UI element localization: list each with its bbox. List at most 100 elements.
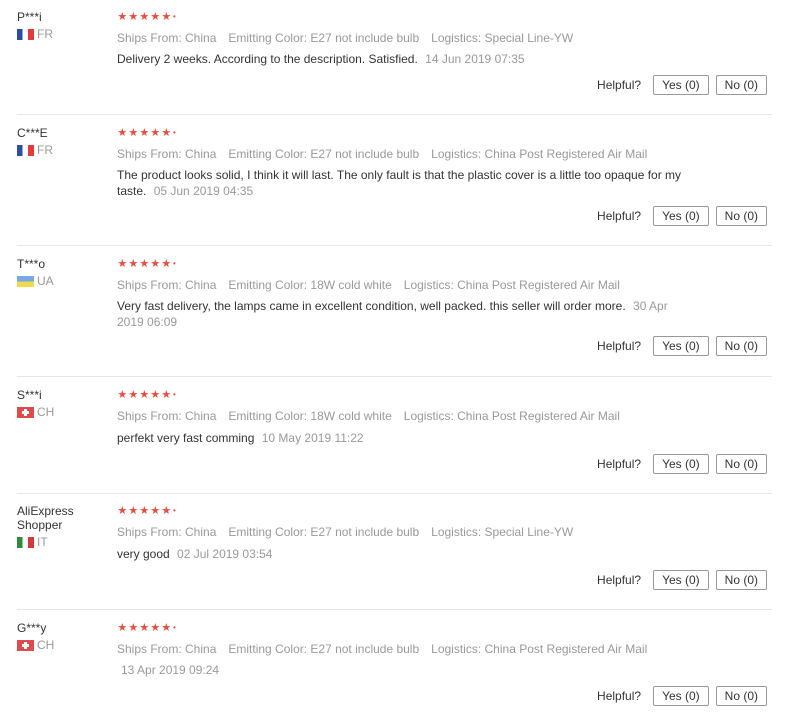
star-rating: ★★★★★•	[117, 126, 697, 140]
rating-dot: •	[173, 390, 177, 399]
star-icon: ★	[150, 258, 161, 270]
review-item: C***E FR ★★★★★• Ships From: China Emittin…	[0, 115, 800, 246]
star-icon: ★	[150, 389, 161, 401]
star-icon: ★	[161, 127, 172, 139]
helpful-yes-button[interactable]: Yes (0)	[653, 75, 709, 95]
helpful-yes-button[interactable]: Yes (0)	[653, 206, 709, 226]
star-icon: ★	[139, 622, 150, 634]
reviewer-name: AliExpress Shopper	[17, 504, 74, 532]
helpful-no-button[interactable]: No (0)	[715, 686, 767, 706]
review-meta: Ships From: China Emitting Color: E27 not…	[117, 147, 697, 161]
review-meta: Ships From: China Emitting Color: 18W col…	[117, 409, 697, 423]
ships-from: Ships From: China	[117, 642, 217, 656]
star-icon: ★	[139, 505, 150, 517]
helpful-vote: Helpful? Yes (0) No (0)	[597, 686, 767, 706]
star-icon: ★	[139, 389, 150, 401]
review-text: very good 02 Jul 2019 03:54	[117, 546, 697, 562]
review-body: ★★★★★• Ships From: China Emitting Color: …	[117, 621, 697, 678]
review-user: C***E FR	[17, 126, 107, 157]
ships-from: Ships From: China	[117, 278, 217, 292]
country-code: FR	[37, 27, 53, 41]
star-icon: ★	[117, 258, 128, 270]
emitting-color: Emitting Color: E27 not include bulb	[228, 147, 420, 161]
reviewer-country: UA	[17, 274, 107, 288]
helpful-no-button[interactable]: No (0)	[715, 336, 767, 356]
country-code: UA	[37, 274, 54, 288]
helpful-vote: Helpful? Yes (0) No (0)	[597, 570, 767, 590]
review-meta: Ships From: China Emitting Color: E27 not…	[117, 525, 697, 539]
italy-flag-icon	[17, 536, 34, 548]
review-date: 05 Jun 2019 04:35	[153, 184, 254, 198]
emitting-color: Emitting Color: E27 not include bulb	[228, 642, 420, 656]
star-icon: ★	[161, 389, 172, 401]
helpful-no-button[interactable]: No (0)	[715, 206, 767, 226]
review-item: T***o UA ★★★★★• Ships From: China Emittin…	[0, 246, 800, 377]
switzerland-flag-icon	[17, 639, 34, 651]
reviewer-country: CH	[17, 638, 107, 652]
review-text: Very fast delivery, the lamps came in ex…	[117, 298, 697, 330]
review-item: S***i CH ★★★★★• Ships From: China Emittin…	[0, 377, 800, 494]
review-body: ★★★★★• Ships From: China Emitting Color: …	[117, 10, 697, 67]
star-icon: ★	[161, 622, 172, 634]
helpful-no-button[interactable]: No (0)	[715, 570, 767, 590]
review-text: The product looks solid, I think it will…	[117, 167, 697, 199]
review-date: 13 Apr 2019 09:24	[121, 663, 220, 677]
helpful-vote: Helpful? Yes (0) No (0)	[597, 206, 767, 226]
star-icon: ★	[117, 622, 128, 634]
emitting-color: Emitting Color: 18W cold white	[228, 409, 392, 423]
review-body: ★★★★★• Ships From: China Emitting Color: …	[117, 126, 697, 199]
helpful-yes-button[interactable]: Yes (0)	[653, 686, 709, 706]
review-text: perfekt very fast comming 10 May 2019 11…	[117, 430, 697, 446]
reviewer-name: T***o	[17, 257, 46, 271]
helpful-yes-button[interactable]: Yes (0)	[653, 336, 709, 356]
ships-from: Ships From: China	[117, 409, 217, 423]
logistics: Logistics: China Post Registered Air Mai…	[431, 642, 648, 656]
helpful-label: Helpful?	[597, 457, 642, 471]
reviewer-country: FR	[17, 27, 107, 41]
helpful-yes-button[interactable]: Yes (0)	[653, 570, 709, 590]
emitting-color: Emitting Color: E27 not include bulb	[228, 525, 420, 539]
helpful-no-button[interactable]: No (0)	[715, 75, 767, 95]
helpful-no-button[interactable]: No (0)	[715, 454, 767, 474]
review-user: P***i FR	[17, 10, 107, 41]
star-icon: ★	[128, 11, 139, 23]
logistics: Logistics: China Post Registered Air Mai…	[403, 278, 620, 292]
review-date: 10 May 2019 11:22	[261, 431, 364, 445]
helpful-label: Helpful?	[597, 78, 642, 92]
star-icon: ★	[128, 622, 139, 634]
logistics: Logistics: China Post Registered Air Mai…	[403, 409, 620, 423]
review-user: AliExpress Shopper IT	[17, 504, 107, 549]
country-code: IT	[37, 535, 48, 549]
star-icon: ★	[117, 389, 128, 401]
star-icon: ★	[161, 11, 172, 23]
review-body: ★★★★★• Ships From: China Emitting Color: …	[117, 504, 697, 562]
review-content: very good	[117, 547, 170, 561]
star-icon: ★	[128, 258, 139, 270]
logistics: Logistics: Special Line-YW	[431, 525, 574, 539]
logistics: Logistics: China Post Registered Air Mai…	[431, 147, 648, 161]
ships-from: Ships From: China	[117, 525, 217, 539]
star-icon: ★	[161, 505, 172, 517]
reviewer-name: C***E	[17, 126, 48, 140]
helpful-yes-button[interactable]: Yes (0)	[653, 454, 709, 474]
helpful-label: Helpful?	[597, 573, 642, 587]
review-content: perfekt very fast comming	[117, 431, 255, 445]
reviewer-name: P***i	[17, 10, 42, 24]
helpful-label: Helpful?	[597, 209, 642, 223]
france-flag-icon	[17, 28, 34, 40]
helpful-label: Helpful?	[597, 339, 642, 353]
star-icon: ★	[128, 127, 139, 139]
ukraine-flag-icon	[17, 275, 34, 287]
rating-dot: •	[173, 128, 177, 137]
star-icon: ★	[117, 11, 128, 23]
star-icon: ★	[117, 127, 128, 139]
helpful-vote: Helpful? Yes (0) No (0)	[597, 454, 767, 474]
star-rating: ★★★★★•	[117, 10, 697, 24]
helpful-label: Helpful?	[597, 689, 642, 703]
helpful-vote: Helpful? Yes (0) No (0)	[597, 336, 767, 356]
review-meta: Ships From: China Emitting Color: 18W col…	[117, 278, 697, 292]
reviewer-name: S***i	[17, 388, 42, 402]
rating-dot: •	[173, 623, 177, 632]
emitting-color: Emitting Color: 18W cold white	[228, 278, 392, 292]
reviewer-name: G***y	[17, 621, 47, 635]
